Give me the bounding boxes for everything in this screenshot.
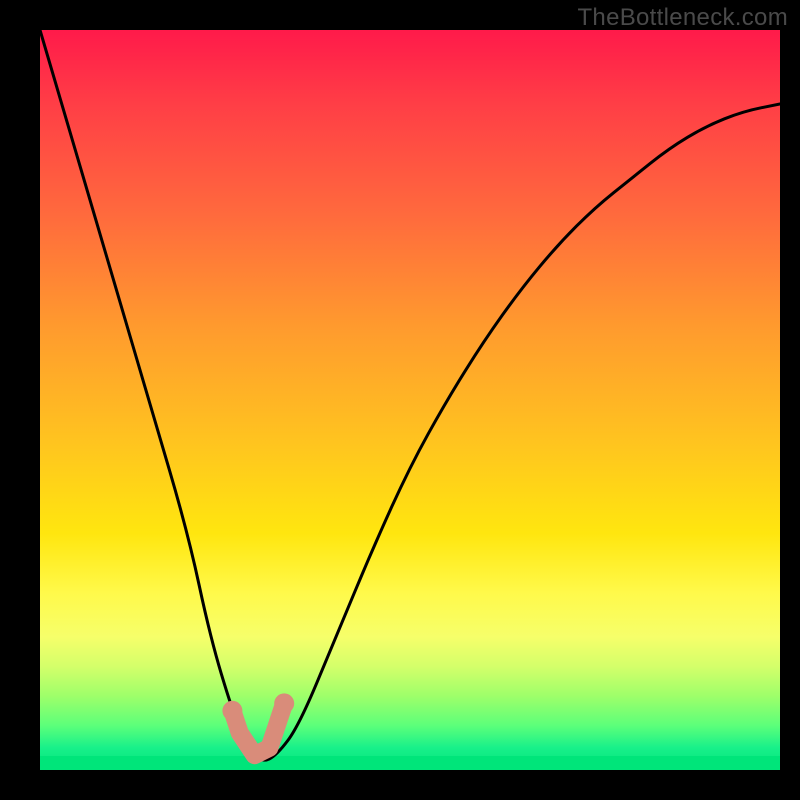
- curve-svg: [40, 30, 780, 770]
- watermark-text: TheBottleneck.com: [577, 4, 788, 32]
- plot-area: [40, 30, 780, 770]
- bottleneck-curve: [40, 30, 780, 760]
- marker-left-shoulder: [222, 701, 242, 721]
- chart-frame: TheBottleneck.com: [0, 0, 800, 800]
- marker-right-shoulder: [274, 693, 294, 713]
